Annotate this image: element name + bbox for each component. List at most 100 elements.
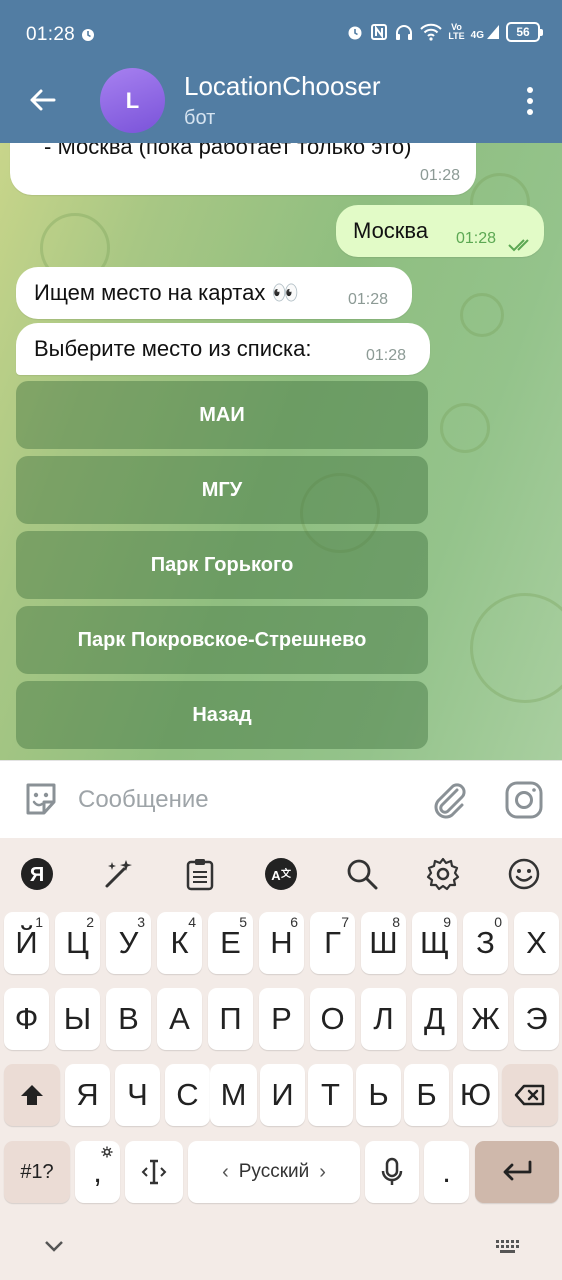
dot: [527, 98, 533, 104]
microphone-key[interactable]: [365, 1141, 419, 1203]
message-input[interactable]: [78, 781, 408, 819]
attach-button[interactable]: [430, 780, 468, 825]
dot: [527, 87, 533, 93]
message-time: 01:28: [348, 291, 389, 308]
back-button[interactable]: [22, 80, 62, 120]
period-key[interactable]: .: [424, 1141, 469, 1203]
backspace-icon: [514, 1084, 545, 1106]
key[interactable]: У3: [106, 912, 151, 974]
key[interactable]: Ю: [453, 1064, 498, 1126]
keyboard-switch-button[interactable]: [494, 1238, 522, 1263]
headphones-icon: [394, 23, 414, 41]
message-bubble-incoming[interactable]: Ищем место на картах 👀 01:28: [16, 267, 412, 319]
reply-button-mai[interactable]: МАИ: [16, 381, 428, 449]
key[interactable]: К4: [157, 912, 202, 974]
battery-indicator: 56: [506, 22, 543, 42]
chat-title[interactable]: LocationChooser: [184, 71, 381, 102]
symbols-key[interactable]: #1?: [4, 1141, 70, 1203]
key[interactable]: П: [208, 988, 253, 1050]
key[interactable]: Ь: [356, 1064, 401, 1126]
volte-badge: Vo LTE: [448, 22, 465, 41]
key[interactable]: Т: [308, 1064, 353, 1126]
message-text: - Москва (пока работает только это): [44, 143, 412, 159]
key[interactable]: В: [106, 988, 151, 1050]
chevron-right-icon: ›: [319, 1160, 326, 1183]
alarm-icon: [346, 23, 364, 41]
reply-button-park-pokrovskoe[interactable]: Парк Покровское-Стрешнево: [16, 606, 428, 674]
key[interactable]: Р: [259, 988, 304, 1050]
status-bar: 01:28 Vo LTE 4G 56: [0, 0, 562, 62]
sticker-emoji-button[interactable]: [22, 780, 60, 823]
key[interactable]: Я: [65, 1064, 110, 1126]
magic-wand-icon[interactable]: [101, 856, 137, 892]
sticker-icon: [26, 783, 56, 815]
hide-keyboard-button[interactable]: [42, 1238, 66, 1259]
message-text: Москва: [353, 218, 429, 243]
key[interactable]: Ц2: [55, 912, 100, 974]
key[interactable]: М: [210, 1064, 257, 1126]
key[interactable]: Ф: [4, 988, 49, 1050]
keyboard-icon: [496, 1240, 519, 1253]
key[interactable]: И: [260, 1064, 305, 1126]
chat-area[interactable]: - Москва (пока работает только это) 01:2…: [0, 143, 562, 760]
key[interactable]: Б: [404, 1064, 449, 1126]
more-menu-button[interactable]: [520, 84, 540, 118]
search-icon[interactable]: [344, 856, 380, 892]
camera-button[interactable]: [504, 780, 544, 825]
yandex-icon[interactable]: Я: [19, 856, 55, 892]
enter-icon: [503, 1160, 532, 1181]
svg-text:文: 文: [281, 867, 292, 880]
message-bubble-incoming[interactable]: - Москва (пока работает только это) 01:2…: [10, 143, 476, 195]
translate-icon[interactable]: A文: [263, 856, 299, 892]
message-text: Ищем место на картах 👀: [34, 280, 299, 305]
key[interactable]: Ш8: [361, 912, 406, 974]
emoji-icon[interactable]: [506, 856, 542, 892]
reply-button-park-gorkogo[interactable]: Парк Горького: [16, 531, 428, 599]
key[interactable]: Ы: [55, 988, 100, 1050]
key[interactable]: Л: [361, 988, 406, 1050]
enter-key[interactable]: [475, 1141, 559, 1203]
reply-button-mgu[interactable]: МГУ: [16, 456, 428, 524]
clipboard-icon[interactable]: [182, 856, 218, 892]
key[interactable]: Н6: [259, 912, 304, 974]
wallpaper-doodle: [440, 403, 490, 453]
space-key[interactable]: ‹ Русский ›: [188, 1141, 360, 1203]
camera-icon: [505, 781, 543, 819]
key[interactable]: С: [165, 1064, 210, 1126]
key[interactable]: А: [157, 988, 202, 1050]
key[interactable]: Й1: [4, 912, 49, 974]
comma-key[interactable]: ,: [75, 1141, 120, 1203]
shift-icon: [21, 1085, 43, 1105]
avatar[interactable]: L: [100, 68, 165, 133]
key[interactable]: З0: [463, 912, 508, 974]
message-input-bar: [0, 760, 562, 838]
shift-key[interactable]: [4, 1064, 60, 1126]
key[interactable]: Е5: [208, 912, 253, 974]
key[interactable]: О: [310, 988, 355, 1050]
microphone-icon: [381, 1157, 403, 1185]
on-screen-keyboard: Я A文 Й1 Ц2 У3 К4 Е5 Н6 Г7 Ш8 Щ9 З0 Х Ф Ы…: [0, 838, 562, 1280]
wifi-icon: [420, 23, 443, 41]
backspace-key[interactable]: [502, 1064, 558, 1126]
key[interactable]: Ж: [463, 988, 508, 1050]
message-text: Выберите место из списка:: [34, 336, 312, 361]
status-time: 01:28: [26, 24, 76, 45]
message-bubble-incoming[interactable]: Выберите место из списка: 01:28: [16, 323, 430, 375]
reply-button-back[interactable]: Назад: [16, 681, 428, 749]
nfc-icon: [370, 23, 388, 41]
settings-icon[interactable]: [425, 856, 461, 892]
key[interactable]: Э: [514, 988, 559, 1050]
status-icons: Vo LTE 4G 56: [346, 22, 543, 42]
message-bubble-outgoing[interactable]: Москва 01:28: [336, 205, 544, 257]
key[interactable]: Г7: [310, 912, 355, 974]
key[interactable]: Ч: [115, 1064, 160, 1126]
text-cursor-icon: [141, 1159, 167, 1185]
arrow-left-icon: [30, 89, 56, 111]
key[interactable]: Д: [412, 988, 457, 1050]
double-check-icon: [508, 232, 534, 258]
key[interactable]: Щ9: [412, 912, 457, 974]
svg-text:A: A: [271, 868, 281, 883]
cursor-key[interactable]: [125, 1141, 183, 1203]
signal-icon: 4G: [471, 24, 500, 41]
key[interactable]: Х: [514, 912, 559, 974]
